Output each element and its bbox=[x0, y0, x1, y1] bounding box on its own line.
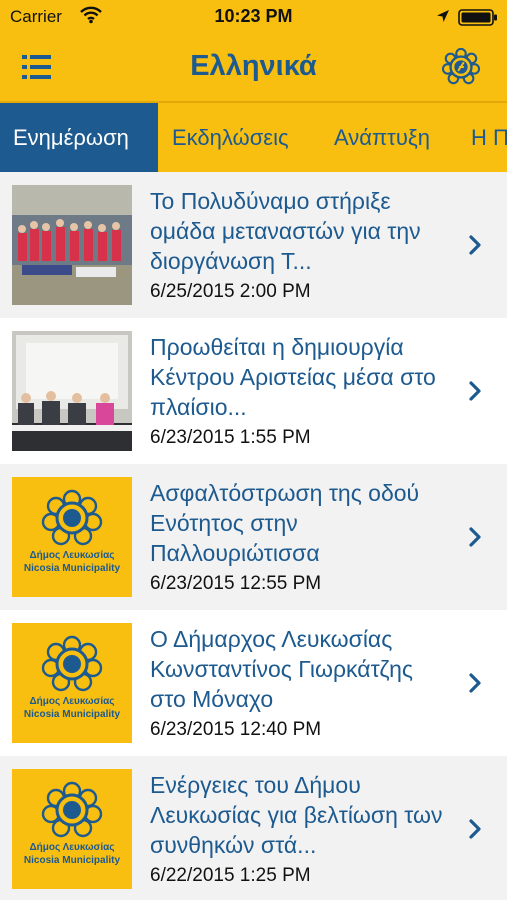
app-header: Carrier 10:23 PM Ελληνικά bbox=[0, 0, 507, 103]
clock: 10:23 PM bbox=[214, 6, 293, 26]
tab-enimerosi[interactable]: Ενημέρωση bbox=[0, 103, 158, 172]
page-title: Ελληνικά bbox=[190, 50, 317, 82]
news-title: Ασφαλτόστρωση της οδού Ενότητος στην Παλ… bbox=[150, 480, 420, 566]
news-date: 6/23/2015 12:55 PM bbox=[150, 573, 322, 594]
municipality-logo-button[interactable] bbox=[441, 47, 481, 86]
news-thumbnail-municipality-logo: Δήμος Λευκωσίας Nicosia Municipality bbox=[12, 769, 132, 889]
municipality-name-en: Nicosia Municipality bbox=[23, 563, 121, 574]
news-date: 6/22/2015 1:25 PM bbox=[150, 865, 311, 886]
municipality-name-en: Nicosia Municipality bbox=[23, 855, 121, 866]
news-thumbnail-municipality-logo: Δήμος Λευκωσίας Nicosia Municipality bbox=[12, 623, 132, 743]
news-date: 6/25/2015 2:00 PM bbox=[150, 281, 311, 302]
news-list: Το Πολυδύναμο στήριξε ομάδα μεταναστών γ… bbox=[0, 172, 507, 900]
chevron-right-icon bbox=[469, 527, 481, 547]
nicosia-municipality-logo-icon bbox=[441, 47, 481, 85]
tab-ekdiloseis[interactable]: Εκδηλώσεις bbox=[159, 103, 302, 172]
chevron-right-icon bbox=[469, 673, 481, 693]
news-item[interactable]: Το Πολυδύναμο στήριξε ομάδα μεταναστών γ… bbox=[0, 172, 507, 318]
municipality-name-el: Δήμος Λευκωσίας bbox=[29, 696, 115, 707]
municipality-name-el: Δήμος Λευκωσίας bbox=[29, 550, 115, 561]
news-thumbnail-team-photo bbox=[12, 185, 132, 305]
chevron-right-icon bbox=[469, 381, 481, 401]
chevron-right-icon bbox=[469, 235, 481, 255]
news-item[interactable]: Προωθείται η δημιουργία Κέντρου Αριστεία… bbox=[0, 318, 507, 464]
news-thumbnail-conference-photo bbox=[12, 331, 132, 451]
news-item[interactable]: Δήμος Λευκωσίας Nicosia Municipality Ενέ… bbox=[0, 756, 507, 900]
news-thumbnail-municipality-logo: Δήμος Λευκωσίας Nicosia Municipality bbox=[12, 477, 132, 597]
news-title: Το Πολυδύναμο στήριξε ομάδα μεταναστών γ… bbox=[150, 188, 421, 274]
news-date: 6/23/2015 12:40 PM bbox=[150, 719, 322, 740]
news-item[interactable]: Δήμος Λευκωσίας Nicosia Municipality Ο Δ… bbox=[0, 610, 507, 756]
news-title: Προωθείται η δημιουργία Κέντρου Αριστεία… bbox=[150, 334, 436, 420]
municipality-name-el: Δήμος Λευκωσίας bbox=[29, 842, 115, 853]
news-title: Ενέργειες του Δήμου Λευκωσίας για βελτίω… bbox=[150, 772, 443, 858]
chevron-right-icon bbox=[469, 819, 481, 839]
tab-anaptyxi[interactable]: Ανάπτυξη bbox=[321, 103, 443, 172]
navigation-bar: Ελληνικά bbox=[0, 34, 507, 102]
battery-icon bbox=[458, 9, 497, 26]
location-arrow-icon bbox=[437, 10, 449, 22]
municipality-name-en: Nicosia Municipality bbox=[23, 709, 121, 720]
status-bar: Carrier 10:23 PM bbox=[0, 0, 507, 34]
news-date: 6/23/2015 1:55 PM bbox=[150, 427, 311, 448]
category-tabs: Ενημέρωση Εκδηλώσεις Ανάπτυξη Η Π bbox=[0, 103, 507, 172]
news-title: Ο Δήμαρχος Λευκωσίας Κωνσταντίνος Γιωρκά… bbox=[150, 626, 413, 712]
tab-fourth[interactable]: Η Π bbox=[458, 103, 507, 172]
news-item[interactable]: Δήμος Λευκωσίας Nicosia Municipality Ασφ… bbox=[0, 464, 507, 610]
